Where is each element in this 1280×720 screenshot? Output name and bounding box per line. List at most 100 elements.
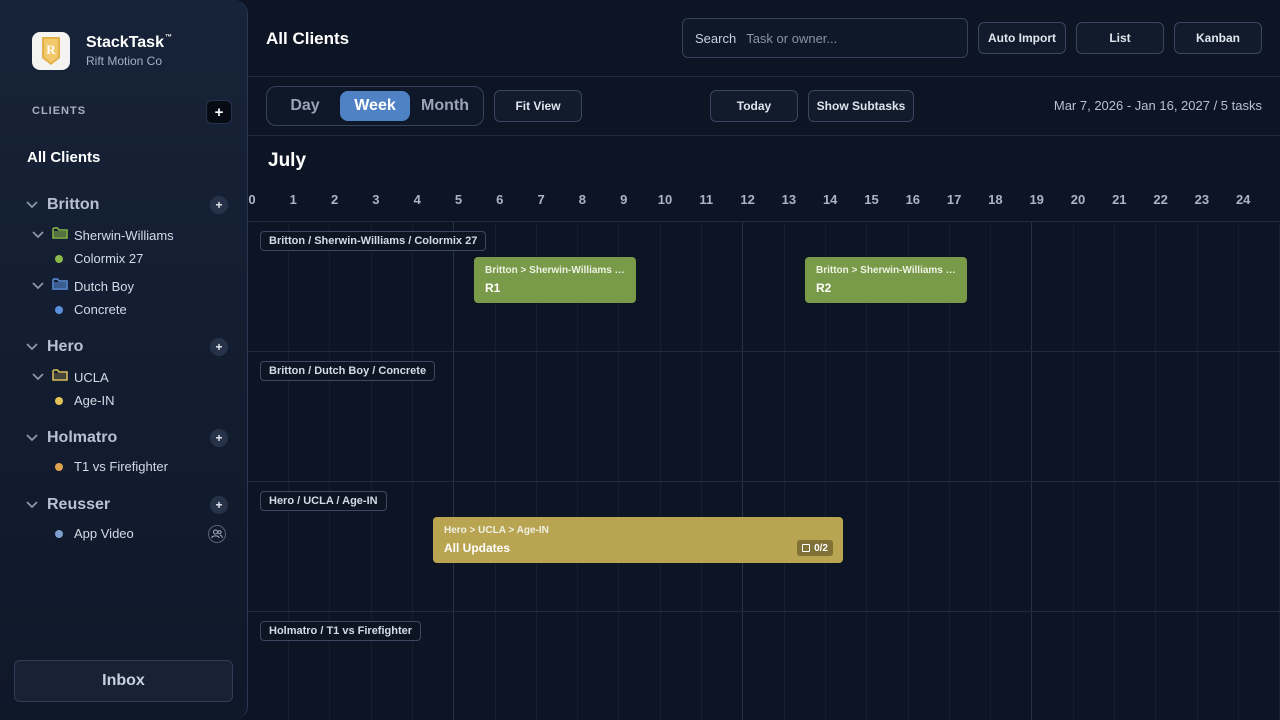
tab-month[interactable]: Month [411, 91, 479, 121]
sidebar-item-all-clients[interactable]: All Clients [27, 149, 100, 166]
add-client-button[interactable]: + [206, 100, 232, 124]
task-path: Hero > UCLA > Age-IN [444, 525, 549, 536]
chevron-down-icon[interactable] [24, 430, 40, 446]
today-button[interactable]: Today [710, 90, 798, 122]
add-brand-button[interactable]: + [210, 196, 228, 214]
day-number: 2 [1270, 192, 1280, 207]
day-number: 11 [699, 192, 714, 207]
folder-icon [52, 226, 68, 244]
app-name: StackTask™ [86, 34, 172, 51]
day-number: 6 [496, 192, 504, 207]
month-title: July [268, 150, 307, 171]
sidebar-project-t1-vs-firefighter[interactable]: T1 vs Firefighter [55, 459, 168, 474]
clients-header: CLIENTS [32, 105, 87, 117]
client-name: Hero [47, 338, 84, 355]
sidebar-project-colormix-27[interactable]: Colormix 27 [55, 251, 143, 266]
search-box[interactable]: Search [682, 18, 968, 58]
date-range-label: Mar 7, 2026 - Jan 16, 2027 / 5 tasks [1053, 98, 1262, 113]
svg-text:R: R [46, 42, 56, 57]
task-name: R1 [485, 281, 501, 295]
top-bar: All Clients Search Auto Import List Kanb… [248, 0, 1280, 77]
project-label: Age-IN [74, 393, 115, 408]
task-bar-r2[interactable]: Britton > Sherwin-Williams > Colormix 27… [805, 257, 967, 303]
logo-shield-icon: R [42, 37, 60, 65]
lane-hero-ucla-age-in: Hero / UCLA / Age-IN Hero > UCLA > Age-I… [248, 482, 1280, 612]
project-color-dot [55, 396, 63, 405]
timeline-grid[interactable]: Britton / Sherwin-Williams / Colormix 27… [248, 221, 1280, 720]
sidebar-brand-sherwin-williams[interactable]: Sherwin-Williams [30, 226, 174, 244]
chevron-down-icon[interactable] [24, 497, 40, 513]
day-number: 15 [864, 192, 879, 207]
lane-holmatro-t1-vs-firefighter: Holmatro / T1 vs Firefighter [248, 612, 1280, 720]
day-number: 10 [657, 192, 673, 207]
sidebar-brand-dutch-boy[interactable]: Dutch Boy [30, 277, 134, 295]
day-header-row: 0 1 2 3 4 5 6 7 8 9 10 11 12 13 14 15 16 17 18 19 20 21 22 23 24… [248, 192, 1280, 210]
day-number: 12 [740, 192, 755, 207]
task-path: Britton > Sherwin-Williams > Colormix 27 [485, 265, 625, 276]
project-color-dot [55, 254, 63, 263]
day-number: 2 [330, 192, 339, 207]
day-number: 20 [1070, 192, 1086, 207]
sidebar-client-hero[interactable]: Hero + [24, 338, 234, 356]
task-path: Britton > Sherwin-Williams > Colormix 27 [816, 265, 956, 276]
lane-label: Holmatro / T1 vs Firefighter [260, 621, 422, 641]
sidebar-brand-ucla[interactable]: UCLA [30, 368, 109, 386]
day-number: 23 [1194, 192, 1210, 207]
chevron-down-icon[interactable] [30, 369, 46, 385]
brand-label: Sherwin-Williams [74, 227, 174, 243]
team-icon[interactable] [208, 525, 226, 543]
day-number: 5 [454, 192, 463, 207]
add-brand-button[interactable]: + [210, 338, 228, 356]
folder-icon [52, 277, 68, 295]
auto-import-button[interactable]: Auto Import [978, 22, 1066, 54]
lane-britton-sherwin-williams-colormix-27: Britton / Sherwin-Williams / Colormix 27… [248, 222, 1280, 352]
calendar-toolbar: Day Week Month Fit View Today Show Subta… [248, 77, 1280, 136]
inbox-button[interactable]: Inbox [14, 660, 233, 702]
task-name: R2 [816, 281, 832, 295]
project-label: Concrete [74, 302, 127, 317]
chevron-down-icon[interactable] [24, 197, 40, 213]
sidebar-client-britton[interactable]: Britton + [24, 196, 234, 214]
chevron-down-icon[interactable] [24, 339, 40, 355]
sidebar: R StackTask™ Rift Motion Co CLIENTS + Al… [0, 0, 248, 720]
sidebar-project-concrete[interactable]: Concrete [55, 302, 127, 317]
day-number: 7 [537, 192, 545, 207]
sidebar-project-age-in[interactable]: Age-IN [55, 393, 114, 408]
fit-view-button[interactable]: Fit View [494, 90, 582, 122]
search-input[interactable] [746, 30, 947, 46]
project-color-dot [55, 529, 63, 538]
page-title: All Clients [266, 29, 350, 48]
lane-label: Britton / Dutch Boy / Concrete [260, 361, 436, 381]
project-label: App Video [74, 526, 134, 541]
day-number: 21 [1112, 192, 1127, 207]
task-bar-all-updates[interactable]: Hero > UCLA > Age-IN All Updates 0/2 [433, 517, 843, 563]
lane-britton-dutch-boy-concrete: Britton / Dutch Boy / Concrete [248, 352, 1280, 482]
list-view-button[interactable]: List [1076, 22, 1164, 54]
day-number: 22 [1153, 192, 1168, 207]
add-brand-button[interactable]: + [210, 429, 228, 447]
tab-week[interactable]: Week [340, 91, 410, 121]
day-number: 17 [946, 192, 962, 207]
brand-label: Dutch Boy [74, 278, 134, 294]
project-color-dot [55, 462, 63, 471]
brand[interactable]: R StackTask™ Rift Motion Co [32, 32, 172, 70]
client-name: Britton [47, 196, 100, 213]
show-subtasks-button[interactable]: Show Subtasks [808, 90, 914, 122]
sidebar-client-holmatro[interactable]: Holmatro + [24, 429, 234, 447]
kanban-view-button[interactable]: Kanban [1174, 22, 1262, 54]
day-number: 3 [372, 192, 380, 207]
chevron-down-icon[interactable] [30, 227, 46, 243]
day-number: 1 [289, 192, 297, 207]
project-label: Colormix 27 [74, 251, 144, 266]
day-number: 13 [781, 192, 797, 207]
task-bar-r1[interactable]: Britton > Sherwin-Williams > Colormix 27… [474, 257, 636, 303]
search-label: Search [695, 30, 737, 46]
tab-day[interactable]: Day [271, 91, 339, 121]
sidebar-client-reusser[interactable]: Reusser + [24, 496, 234, 514]
day-number: 14 [822, 192, 838, 207]
sidebar-project-app-video[interactable]: App Video [55, 526, 134, 541]
day-number: 19 [1029, 192, 1044, 207]
add-brand-button[interactable]: + [210, 496, 228, 514]
day-number: 4 [413, 192, 421, 207]
chevron-down-icon[interactable] [30, 278, 46, 294]
